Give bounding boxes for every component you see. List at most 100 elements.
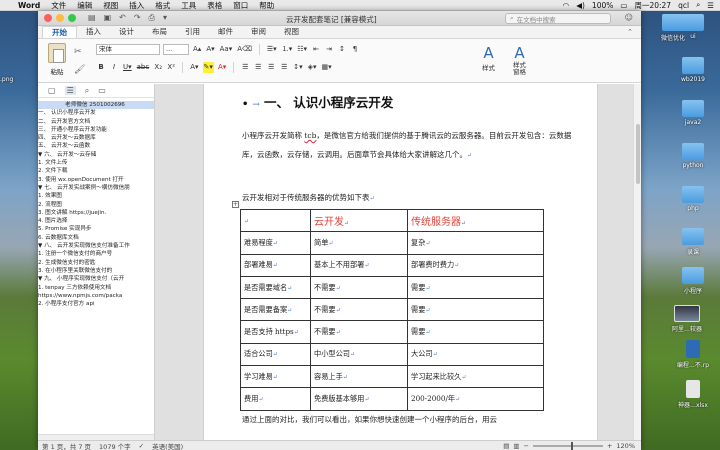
table-cell[interactable]: 难易程度↵ bbox=[240, 231, 311, 255]
scroll-thumb[interactable] bbox=[636, 124, 640, 184]
ribbon-collapse-icon[interactable]: ⌃ bbox=[627, 26, 633, 38]
menu-view[interactable]: 视图 bbox=[103, 0, 118, 11]
desktop-folder-icon[interactable]: ui bbox=[670, 14, 716, 40]
align-center-icon[interactable]: ☰ bbox=[253, 62, 263, 73]
nav-outline-item[interactable]: 四、 云开发～云数据库 bbox=[38, 134, 154, 142]
language-indicator[interactable]: 英语(美国) bbox=[152, 441, 183, 450]
table-cell[interactable]: 费用↵ bbox=[240, 387, 311, 411]
vertical-scrollbar[interactable] bbox=[633, 84, 641, 440]
table-cell[interactable]: 需要↵ bbox=[407, 298, 544, 322]
font-color-icon[interactable]: A▾ bbox=[217, 62, 227, 73]
table-cell[interactable]: 云开发↵ bbox=[310, 208, 408, 233]
nav-outline-item[interactable]: 老师微信 2501002696 bbox=[38, 101, 154, 110]
multilevel-list-icon[interactable]: ☷▾ bbox=[296, 44, 308, 55]
search-icon[interactable]: ⌕ bbox=[85, 86, 89, 96]
desktop-folder-icon[interactable]: python bbox=[670, 143, 716, 169]
table-cell[interactable]: 中小型公司↵ bbox=[310, 342, 408, 367]
table-cell[interactable]: 部署费时费力↵ bbox=[407, 253, 544, 277]
nav-outline-item[interactable]: 5. Promise 实现异步 bbox=[38, 225, 154, 233]
table-cell[interactable]: 传统服务器↵ bbox=[407, 208, 544, 233]
table-cell[interactable]: 免费版基本够用↵ bbox=[310, 387, 408, 411]
font-size-select[interactable]: ... bbox=[163, 44, 189, 55]
account-icon[interactable]: ☺ bbox=[625, 13, 633, 22]
table-cell[interactable]: 基本上不用部署↵ bbox=[310, 253, 408, 277]
desktop-image-icon[interactable]: 阿里…较器 bbox=[664, 305, 710, 333]
user-name[interactable]: qcl bbox=[678, 1, 689, 10]
desktop-folder-icon[interactable]: php bbox=[670, 186, 716, 212]
desktop-folder-icon[interactable]: java2 bbox=[670, 100, 716, 126]
menu-word[interactable]: Word bbox=[18, 1, 40, 10]
nav-outline-item[interactable]: 2. 小程序支付官方 api bbox=[38, 300, 154, 308]
redo-icon[interactable]: ↷ bbox=[134, 13, 141, 23]
nav-outline-item[interactable]: 1. 注册一个微信支付的商户号 bbox=[38, 250, 154, 258]
tab-home[interactable]: 开始 bbox=[42, 26, 77, 38]
nav-outline-item[interactable]: 6. 云数据库文档 bbox=[38, 234, 154, 242]
shrink-font-icon[interactable]: A▾ bbox=[205, 44, 215, 55]
document-page[interactable]: • → 一、 认识小程序云开发 小程序云开发简称 tcb，是微信官方给我们提供的基于… bbox=[203, 84, 598, 440]
line-spacing-icon[interactable]: ↕▾ bbox=[292, 62, 303, 73]
bullets-icon[interactable]: ☰▾ bbox=[266, 44, 278, 55]
proofing-icon[interactable]: ✓ bbox=[139, 442, 144, 450]
numbering-icon[interactable]: ⒈▾ bbox=[281, 44, 294, 55]
document-search-input[interactable]: ⌕ 在文档中搜索 bbox=[505, 13, 611, 24]
table-cell[interactable]: 简单↵ bbox=[310, 231, 408, 255]
align-right-icon[interactable]: ☰ bbox=[266, 62, 276, 73]
table-cell[interactable]: 部署难易↵ bbox=[240, 253, 311, 277]
desktop-folder-icon[interactable]: 录课 bbox=[670, 228, 716, 256]
table-cell[interactable]: 不需要↵ bbox=[310, 275, 408, 300]
volume-icon[interactable]: ◀) bbox=[576, 1, 585, 10]
styles-button[interactable]: A 样式 bbox=[482, 44, 495, 72]
tab-layout[interactable]: 布局 bbox=[143, 26, 176, 38]
menu-file[interactable]: 文件 bbox=[51, 0, 66, 11]
nav-outline-item[interactable]: 4. 图片选择 bbox=[38, 217, 154, 225]
menu-edit[interactable]: 编辑 bbox=[77, 0, 92, 11]
nav-outline-item[interactable]: 3. 在小程序里关联微信支付的 bbox=[38, 267, 154, 275]
table-cell[interactable]: 是否支持 https↵ bbox=[240, 320, 311, 344]
show-marks-icon[interactable]: ¶ bbox=[350, 44, 360, 55]
table-cell[interactable]: 不需要↵ bbox=[310, 320, 408, 344]
nav-outline-item[interactable]: 1. 效果图 bbox=[38, 192, 154, 200]
minimize-window-button[interactable] bbox=[56, 14, 64, 22]
desktop-folder-icon[interactable]: 小程序 bbox=[670, 267, 716, 295]
justify-icon[interactable]: ☰ bbox=[279, 62, 289, 73]
outline-icon[interactable]: ☰ bbox=[64, 86, 76, 95]
menu-table[interactable]: 表格 bbox=[207, 0, 222, 11]
cut-icon[interactable]: ✂ bbox=[74, 47, 82, 57]
nav-outline-item[interactable]: 1. 文件上传 bbox=[38, 159, 154, 167]
grow-font-icon[interactable]: A▴ bbox=[192, 44, 202, 55]
notification-icon[interactable]: ☰ bbox=[707, 1, 714, 10]
nav-outline-item[interactable]: https://www.npmjs.com/packa bbox=[38, 292, 154, 300]
nav-outline-item[interactable]: 1. tenpay 三方依赖使用文档 bbox=[38, 284, 154, 292]
battery-percent[interactable]: 100% bbox=[592, 1, 613, 10]
nav-outline-item[interactable]: 一、 认识小程序云开发 bbox=[38, 109, 154, 117]
zoom-out-button[interactable]: − bbox=[524, 442, 529, 450]
page-count[interactable]: 第 1 页，共 7 页 bbox=[42, 441, 91, 450]
clock[interactable]: 周一20:27 bbox=[634, 0, 671, 11]
increase-indent-icon[interactable]: ⇥ bbox=[324, 44, 334, 55]
save-icon[interactable]: ▣ bbox=[104, 13, 112, 23]
format-painter-icon[interactable]: 🖌 bbox=[74, 65, 85, 75]
table-cell[interactable]: 学习起来比较久↵ bbox=[407, 365, 544, 389]
table-cell[interactable]: 需要↵ bbox=[407, 320, 544, 344]
more-icon[interactable]: ▾ bbox=[163, 13, 167, 23]
print-layout-icon[interactable]: ▤ bbox=[503, 442, 509, 450]
nav-close-icon[interactable]: ▭ bbox=[98, 86, 106, 95]
table-cell[interactable]: 是否需要备案↵ bbox=[240, 298, 311, 322]
table-cell[interactable]: 不需要↵ bbox=[310, 298, 408, 322]
menu-format[interactable]: 格式 bbox=[155, 0, 170, 11]
desktop-file-icon[interactable]: 神器…xlsx bbox=[670, 380, 716, 409]
nav-outline-item[interactable]: 三、 开通小程序云开发功能 bbox=[38, 126, 154, 134]
clear-format-icon[interactable]: A⌫ bbox=[236, 44, 253, 55]
nav-outline-item[interactable]: 3. 使用 wx.openDocument 打开 bbox=[38, 176, 154, 184]
nav-outline-item[interactable]: 五、 云开发～云函数 bbox=[38, 142, 154, 150]
italic-icon[interactable]: I bbox=[109, 62, 119, 73]
highlight-icon[interactable]: ✎▾ bbox=[202, 62, 214, 73]
font-name-select[interactable]: 宋体 bbox=[96, 44, 160, 55]
table-cell[interactable]: 适合公司↵ bbox=[240, 342, 311, 367]
tab-design[interactable]: 设计 bbox=[110, 26, 143, 38]
word-count[interactable]: 1079 个字 bbox=[99, 441, 131, 450]
table-cell[interactable]: ↵ bbox=[240, 208, 311, 233]
table-cell[interactable]: 复杂↵ bbox=[407, 231, 544, 255]
nav-outline-item[interactable]: ▼ 八、 云开发实现微信支付准备工作 bbox=[38, 242, 154, 250]
nav-outline-item[interactable]: 二、 云开发官方文档 bbox=[38, 118, 154, 126]
